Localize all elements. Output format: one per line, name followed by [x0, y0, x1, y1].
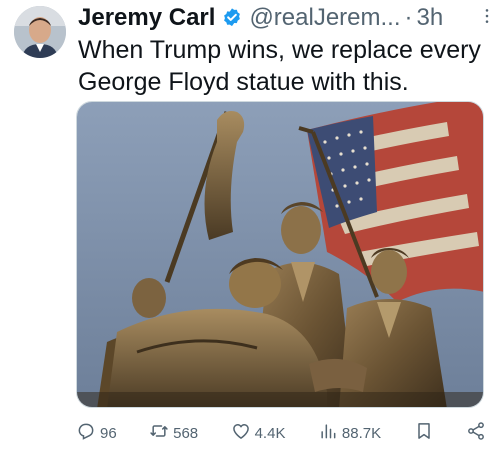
- retweet-icon: [149, 421, 169, 445]
- author-handle[interactable]: @realJerem...: [249, 4, 400, 32]
- like-count: 4.4K: [254, 424, 286, 442]
- reply-icon: [76, 421, 96, 445]
- timestamp[interactable]: 3h: [417, 4, 444, 32]
- share-button[interactable]: [466, 421, 486, 445]
- tweet-text: When Trump wins, we replace every George…: [78, 34, 492, 98]
- retweet-button[interactable]: 568: [149, 421, 198, 445]
- retweet-count: 568: [173, 424, 199, 442]
- verified-badge-icon: [221, 7, 243, 29]
- views-count: 88.7K: [341, 424, 382, 442]
- like-button[interactable]: 4.4K: [231, 421, 286, 445]
- avatar-image: [14, 6, 66, 58]
- avatar[interactable]: [14, 6, 66, 58]
- bookmark-button[interactable]: [414, 421, 434, 445]
- tweet-action-bar: 96 568 4.4K 88.7K: [76, 418, 486, 448]
- tweet-media-image[interactable]: [76, 101, 484, 408]
- reply-count: 96: [100, 424, 117, 442]
- more-dots-icon[interactable]: [484, 8, 490, 29]
- heart-icon: [231, 421, 251, 445]
- statue-photo: [77, 102, 483, 407]
- reply-button[interactable]: 96: [76, 421, 117, 445]
- bookmark-icon: [414, 421, 434, 445]
- views-icon: [318, 421, 338, 445]
- share-icon: [466, 421, 486, 445]
- views-button[interactable]: 88.7K: [318, 421, 381, 445]
- tweet-header: Jeremy Carl @realJerem... · 3h: [78, 2, 490, 34]
- tweet-text-line-1: When Trump wins, we replace every: [78, 36, 481, 64]
- tweet-text-line-2: George Floyd statue with this.: [78, 68, 409, 96]
- author-name[interactable]: Jeremy Carl: [78, 4, 215, 32]
- separator-dot: ·: [404, 4, 413, 31]
